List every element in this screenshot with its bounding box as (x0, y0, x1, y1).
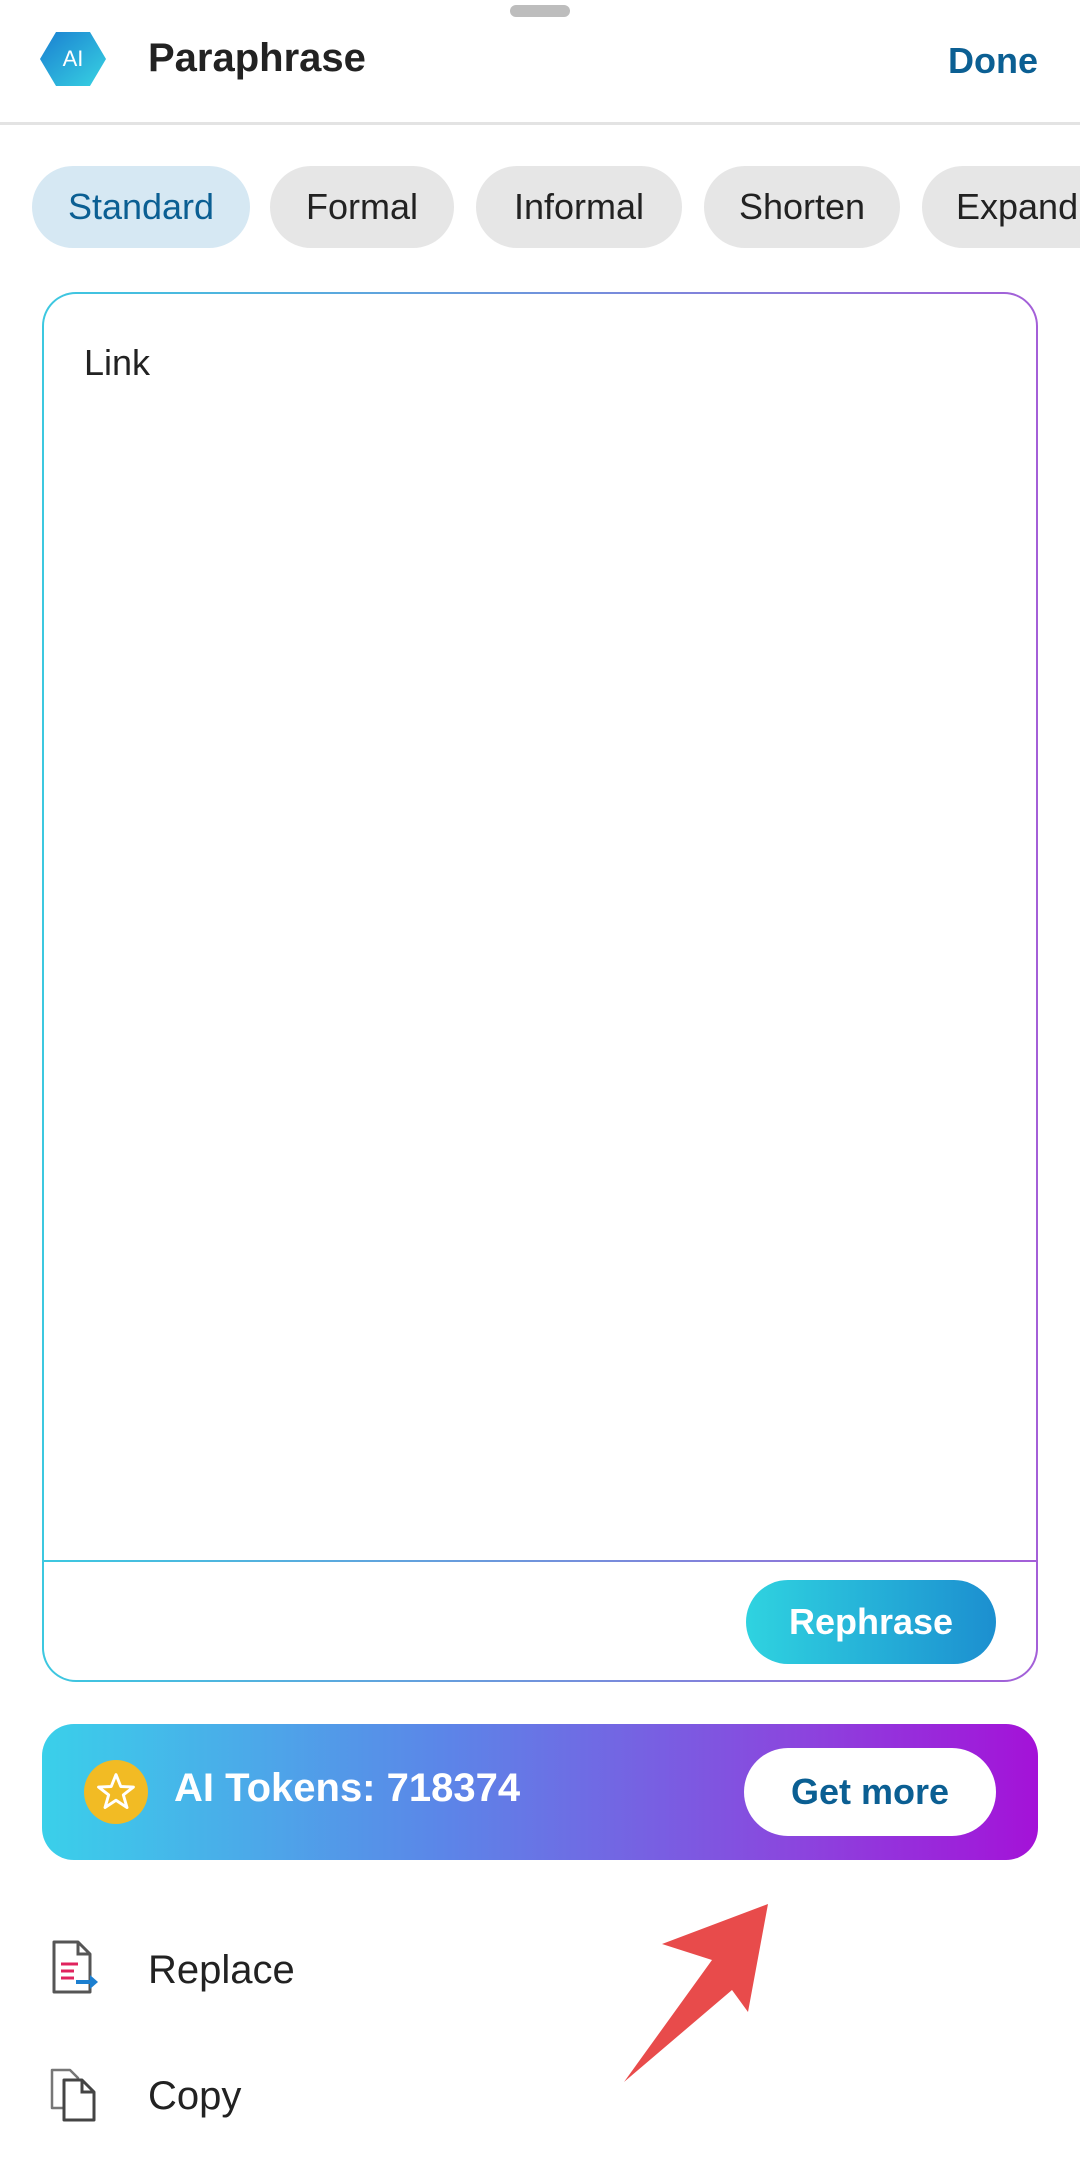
get-more-button[interactable]: Get more (744, 1748, 996, 1836)
replace-action[interactable]: Replace (0, 1918, 700, 2018)
editor-divider (44, 1560, 1036, 1562)
text-editor[interactable]: Link Rephrase (44, 294, 1036, 1680)
page-title: Paraphrase (148, 36, 366, 80)
chip-expand[interactable]: Expand (922, 166, 1080, 248)
replace-label: Replace (148, 1948, 295, 1992)
editor-text[interactable]: Link (84, 342, 150, 384)
chip-informal[interactable]: Informal (476, 166, 682, 248)
chip-standard[interactable]: Standard (32, 166, 250, 248)
logo-text: AI (63, 46, 84, 71)
mode-chips: Standard Formal Informal Shorten Expand (0, 166, 1080, 250)
tokens-count: AI Tokens: 718374 (174, 1766, 521, 1810)
chip-shorten[interactable]: Shorten (704, 166, 900, 248)
rephrase-button[interactable]: Rephrase (746, 1580, 996, 1664)
done-button[interactable]: Done (948, 40, 1038, 82)
annotation-arrow-icon (624, 1904, 768, 2082)
text-editor-frame: Link Rephrase (42, 292, 1038, 1682)
copy-icon (48, 2066, 98, 2122)
chip-formal[interactable]: Formal (270, 166, 454, 248)
copy-action[interactable]: Copy (0, 2044, 700, 2144)
star-icon (84, 1760, 148, 1824)
ai-logo-icon: AI (40, 30, 106, 88)
ai-tokens-banner: AI Tokens: 718374 Get more (42, 1724, 1038, 1860)
replace-document-icon (48, 1940, 98, 1996)
header: AI Paraphrase Done (0, 0, 1080, 125)
copy-label: Copy (148, 2074, 242, 2118)
